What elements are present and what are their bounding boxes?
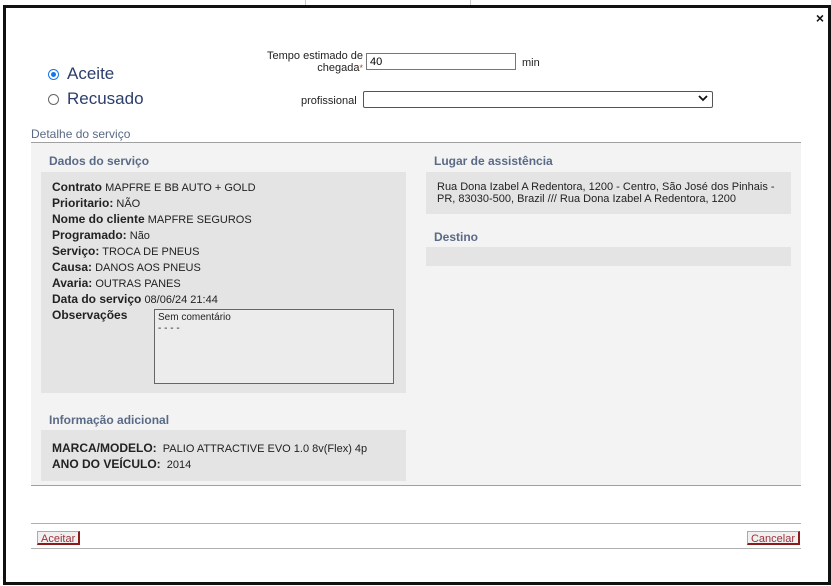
detail-section-title: Detalhe do serviço: [31, 127, 131, 141]
field-label: ANO DO VEÍCULO:: [52, 457, 161, 471]
additional-info-title: Informação adicional: [49, 413, 170, 427]
field-label: MARCA/MODELO:: [52, 441, 157, 455]
field-service: Serviço: TROCA DE PNEUS: [52, 244, 199, 258]
close-icon[interactable]: ×: [816, 11, 824, 25]
field-value: PALIO ATTRACTIVE EVO 1.0 8v(Flex) 4p: [162, 443, 368, 455]
observations-text-line1: Sem comentário: [158, 312, 231, 323]
footer-divider-bottom: [31, 548, 801, 549]
field-label: Nome do cliente: [52, 212, 145, 226]
field-contract: Contrato MAPFRE E BB AUTO + GOLD: [52, 180, 256, 194]
field-label: Data do serviço: [52, 292, 142, 306]
field-value: Não: [129, 230, 150, 242]
observations-label: Observações: [52, 308, 127, 322]
field-value: NÃO: [116, 198, 141, 210]
eta-unit-label: min: [522, 57, 540, 69]
assistance-address: Rua Dona Izabel A Redentora, 1200 - Cent…: [437, 181, 775, 205]
professional-select[interactable]: [363, 91, 713, 108]
field-scheduled: Programado: Não: [52, 228, 150, 242]
field-label: Programado:: [52, 228, 127, 242]
field-label: Prioritario:: [52, 196, 114, 210]
radio-accept-label: Aceite: [67, 64, 115, 83]
accept-service-dialog: × Aceite Recusado Tempo estimado de cheg…: [3, 5, 831, 585]
field-label: Causa:: [52, 260, 93, 274]
destination-box: [426, 247, 791, 266]
field-value: MAPFRE E BB AUTO + GOLD: [105, 182, 256, 194]
footer-divider-top: [31, 523, 801, 524]
eta-label-line1: Tempo estimado de: [267, 50, 363, 62]
accept-button[interactable]: Aceitar: [37, 531, 81, 545]
field-label: Serviço:: [52, 244, 100, 258]
field-priority: Prioritario: NÃO: [52, 196, 140, 210]
field-label: Observações: [52, 308, 128, 322]
field-value: MAPFRE SEGUROS: [147, 214, 252, 226]
field-cause: Causa: DANOS AOS PNEUS: [52, 260, 201, 274]
field-vehicle-year: ANO DO VEÍCULO: 2014: [52, 457, 191, 471]
service-data-title: Dados do serviço: [49, 154, 150, 168]
field-value: DANOS AOS PNEUS: [95, 262, 201, 274]
observations-text-line2: - - - -: [158, 323, 180, 334]
additional-info-box: MARCA/MODELO: PALIO ATTRACTIVE EVO 1.0 8…: [41, 430, 406, 481]
radio-reject-icon[interactable]: [48, 93, 59, 105]
service-data-box: Contrato MAPFRE E BB AUTO + GOLD Priorit…: [41, 172, 406, 393]
cancel-button[interactable]: Cancelar: [746, 531, 800, 545]
field-service-date: Data do serviço 08/06/24 21:44: [52, 292, 218, 306]
detail-panel: Dados do serviço Contrato MAPFRE E BB AU…: [31, 142, 801, 486]
observations-textarea[interactable]: Sem comentário - - - -: [154, 309, 394, 384]
field-label: Contrato: [52, 180, 102, 194]
field-brand-model: MARCA/MODELO: PALIO ATTRACTIVE EVO 1.0 8…: [52, 441, 367, 455]
destination-title: Destino: [434, 230, 479, 244]
assistance-location-title: Lugar de assistência: [434, 154, 553, 168]
field-value: TROCA DE PNEUS: [102, 246, 200, 258]
field-label: Avaria:: [52, 276, 93, 290]
chevron-down-icon[interactable]: [698, 93, 708, 106]
radio-option-reject[interactable]: Recusado: [48, 89, 144, 109]
eta-label-line2: chegada: [317, 62, 360, 74]
radio-reject-label: Recusado: [67, 89, 144, 108]
field-value: OUTRAS PANES: [95, 278, 181, 290]
field-client-name: Nome do cliente MAPFRE SEGUROS: [52, 212, 252, 226]
radio-accept-icon[interactable]: [48, 68, 59, 80]
eta-label: Tempo estimado de chegada*: [258, 50, 363, 74]
radio-option-accept[interactable]: Aceite: [48, 64, 114, 84]
field-value: 2014: [166, 459, 192, 471]
required-mark: *: [359, 63, 363, 73]
assistance-location-box: Rua Dona Izabel A Redentora, 1200 - Cent…: [426, 172, 791, 214]
eta-input[interactable]: [366, 53, 516, 70]
field-breakdown: Avaria: OUTRAS PANES: [52, 276, 181, 290]
professional-label: profissional: [301, 95, 357, 107]
field-value: 08/06/24 21:44: [144, 294, 218, 306]
